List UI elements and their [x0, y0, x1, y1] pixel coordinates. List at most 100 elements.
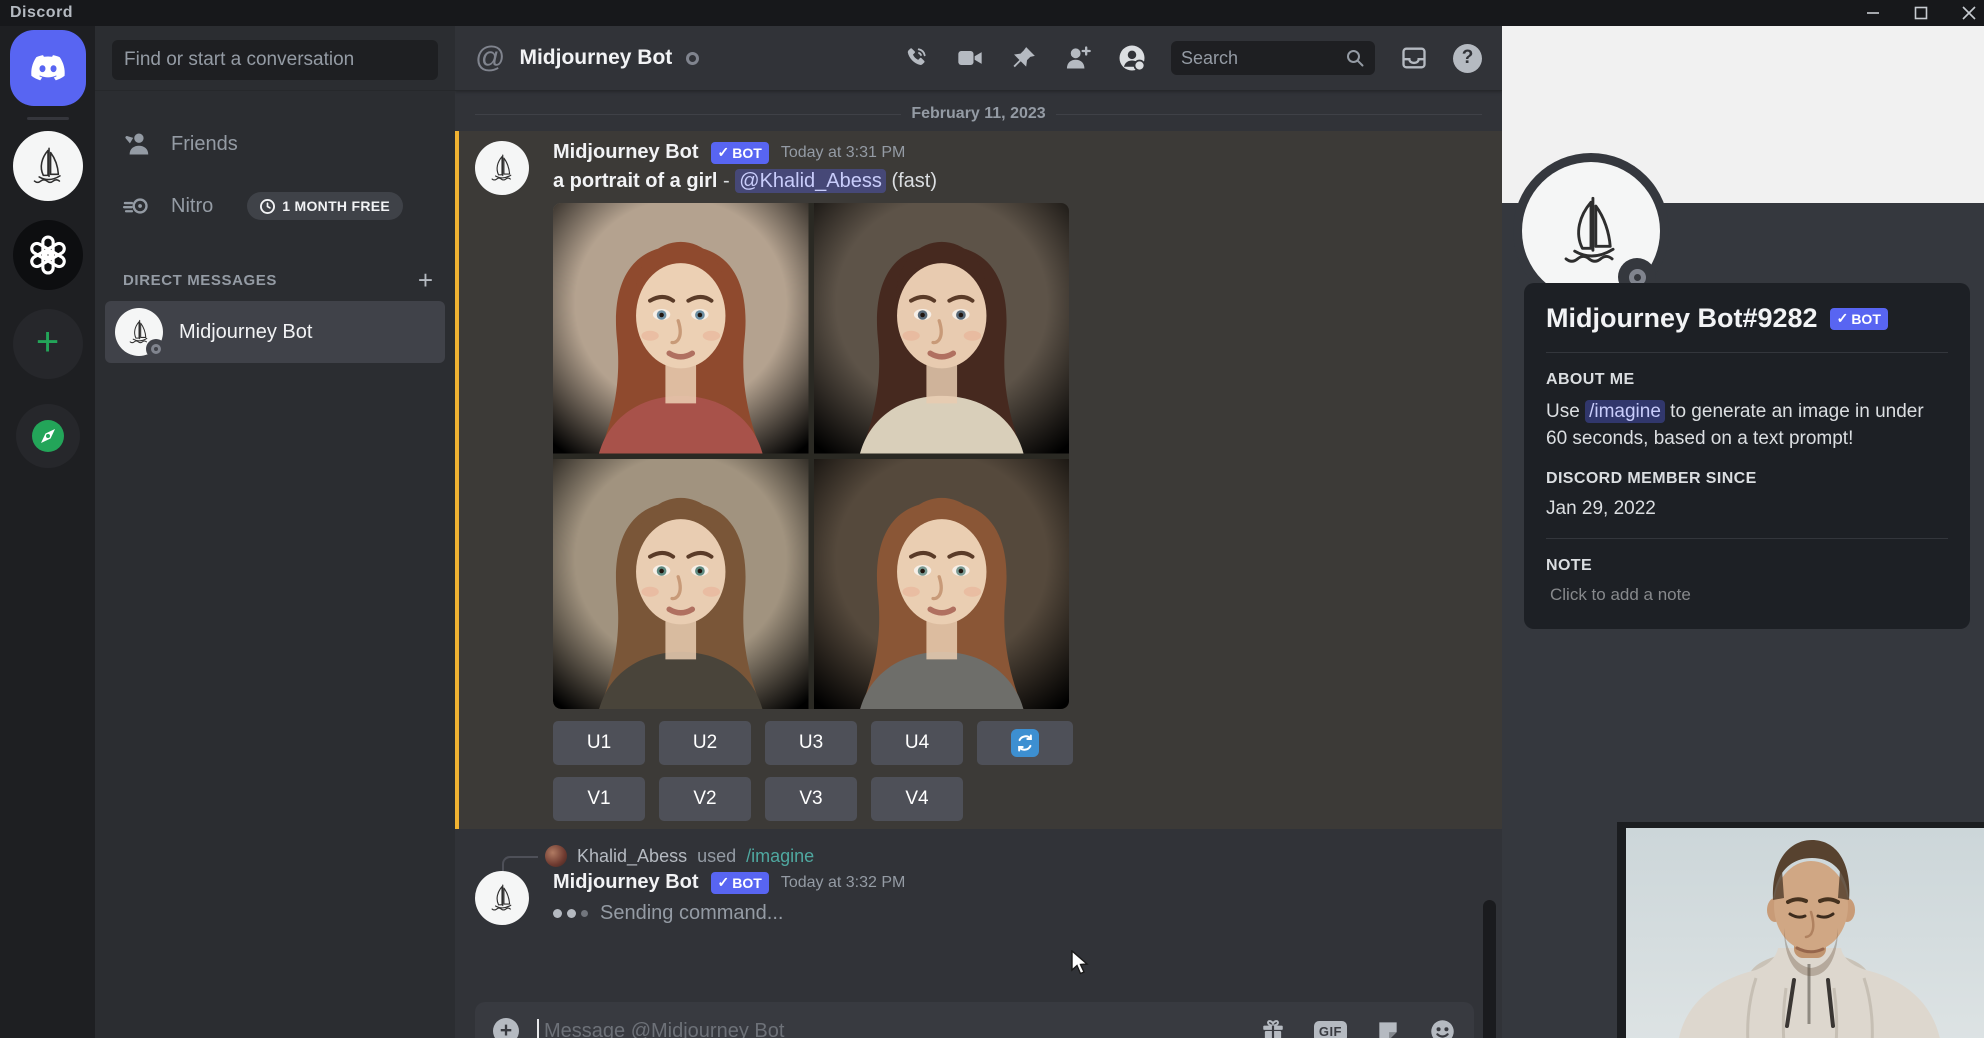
variation-button-v1[interactable]: V1 [553, 777, 645, 821]
openai-server-button[interactable] [13, 220, 83, 290]
dm-section-header[interactable]: DIRECT MESSAGES [123, 272, 277, 289]
friends-icon [121, 130, 151, 158]
discord-home-button[interactable] [10, 30, 86, 106]
add-friend-button[interactable] [1063, 43, 1093, 73]
verified-check-icon: ✓ [718, 144, 730, 161]
message-timestamp: Today at 3:31 PM [781, 144, 906, 162]
minimize-button[interactable] [1862, 4, 1884, 22]
verified-check-icon: ✓ [1837, 310, 1849, 327]
gift-icon[interactable] [1260, 1018, 1286, 1038]
note-input[interactable]: Click to add a note [1546, 585, 1948, 605]
upscale-button-u2[interactable]: U2 [659, 721, 751, 765]
voice-call-button[interactable] [901, 43, 931, 73]
upscale-button-u4[interactable]: U4 [871, 721, 963, 765]
generated-portrait-4[interactable] [814, 459, 1070, 710]
create-dm-icon[interactable]: + [418, 267, 433, 293]
chat-search-input[interactable]: Search [1171, 41, 1375, 75]
imagine-command-chip[interactable]: /imagine [1585, 400, 1665, 423]
user-mention[interactable]: @Khalid_Abess [735, 169, 886, 193]
midjourney-bot-avatar[interactable] [475, 871, 529, 925]
refresh-icon [1011, 729, 1039, 757]
slash-command-context: Khalid_Abess used /imagine [455, 829, 1502, 867]
message-imagine-result: Midjourney Bot ✓ BOT Today at 3:31 PM a … [455, 131, 1502, 829]
nitro-promo-badge: 1 MONTH FREE [247, 192, 403, 220]
mouse-cursor [1070, 950, 1092, 976]
gif-picker-icon[interactable]: GIF [1314, 1021, 1347, 1038]
message-timestamp: Today at 3:32 PM [781, 874, 906, 892]
verified-check-icon: ✓ [718, 874, 730, 891]
card-divider [1546, 352, 1948, 353]
midjourney-bot-avatar[interactable] [475, 141, 529, 195]
chat-area: @ Midjourney Bot [455, 26, 1502, 1038]
conversation-search-placeholder: Find or start a conversation [124, 49, 354, 71]
generated-portrait-3[interactable] [553, 459, 809, 710]
variation-button-v3[interactable]: V3 [765, 777, 857, 821]
rail-divider [27, 117, 69, 120]
sidebar-item-nitro[interactable]: Nitro 1 MONTH FREE [105, 179, 445, 233]
message-author[interactable]: Midjourney Bot [553, 871, 699, 894]
variation-button-v2[interactable]: V2 [659, 777, 751, 821]
sidebar-item-label: Nitro [171, 195, 213, 218]
upscale-button-u3[interactable]: U3 [765, 721, 857, 765]
inbox-button[interactable] [1399, 43, 1429, 73]
emoji-icon[interactable] [1429, 1018, 1456, 1038]
attach-plus-icon[interactable]: + [493, 1018, 519, 1038]
upscale-button-row: U1 U2 U3 U4 [553, 721, 1482, 765]
variation-button-v4[interactable]: V4 [871, 777, 963, 821]
openai-logo-icon [26, 233, 70, 277]
chat-search-placeholder: Search [1181, 48, 1238, 69]
sticker-icon[interactable] [1375, 1018, 1401, 1038]
generated-image-grid[interactable] [553, 203, 1069, 709]
sending-status: Sending command... [553, 902, 1482, 925]
at-icon: @ [475, 43, 505, 73]
message-author[interactable]: Midjourney Bot [553, 141, 699, 164]
window-title: Discord [0, 4, 73, 22]
chat-scrollbar[interactable] [1483, 900, 1496, 1038]
video-call-button[interactable] [955, 43, 985, 73]
close-button[interactable] [1958, 4, 1980, 22]
explore-servers-button[interactable] [16, 404, 80, 468]
channel-sidebar: Find or start a conversation Friends [95, 26, 455, 1038]
maximize-button[interactable] [1910, 4, 1932, 22]
add-server-button[interactable]: + [13, 309, 83, 379]
search-icon [1345, 48, 1365, 68]
user-profile-panel: Midjourney Bot#9282 ✓ BOT ABOUT ME Use /… [1502, 26, 1984, 1038]
user-profile-toggle[interactable] [1117, 43, 1147, 73]
sailboat-avatar-icon [22, 140, 74, 192]
generated-portrait-1[interactable] [553, 203, 809, 454]
channel-title: Midjourney Bot [519, 46, 672, 70]
command-user[interactable]: Khalid_Abess [577, 846, 687, 867]
date-divider: February 11, 2023 [475, 105, 1482, 123]
upscale-button-u1[interactable]: U1 [553, 721, 645, 765]
message-content: a portrait of a girl - @Khalid_Abess (fa… [553, 170, 1482, 193]
generated-portrait-2[interactable] [814, 203, 1070, 454]
profile-username: Midjourney Bot#9282 [1546, 303, 1818, 334]
generation-mode: (fast) [891, 170, 937, 192]
conversation-search-button[interactable]: Find or start a conversation [112, 40, 438, 80]
member-since-value: Jan 29, 2022 [1546, 498, 1948, 520]
message-list: February 11, 2023 Midjourney Bot ✓ [455, 91, 1502, 1038]
offline-status-icon [146, 339, 166, 359]
message-sending-command: Midjourney Bot ✓ BOT Today at 3:32 PM Se… [455, 867, 1502, 933]
bot-badge: ✓ BOT [711, 872, 769, 894]
chat-header: @ Midjourney Bot [455, 26, 1502, 91]
plus-icon: + [36, 322, 59, 362]
midjourney-dm-server-button[interactable] [13, 131, 83, 201]
profile-card: Midjourney Bot#9282 ✓ BOT ABOUT ME Use /… [1524, 283, 1970, 629]
khalid-avatar[interactable] [545, 845, 567, 867]
slash-command-link[interactable]: /imagine [746, 846, 814, 867]
clock-icon [260, 199, 275, 214]
prompt-text: a portrait of a girl [553, 170, 717, 192]
webcam-overlay [1617, 822, 1984, 1038]
reroll-button[interactable] [977, 721, 1073, 765]
webcam-video [1626, 828, 1984, 1038]
message-composer[interactable]: + Message @Midjourney Bot GIF [475, 1002, 1474, 1038]
help-button[interactable]: ? [1453, 44, 1482, 73]
pin-icon[interactable] [1009, 43, 1039, 73]
note-label: NOTE [1546, 557, 1948, 575]
dm-item-midjourney-bot[interactable]: Midjourney Bot [105, 301, 445, 363]
loading-dots-icon [553, 909, 588, 918]
sidebar-item-friends[interactable]: Friends [105, 117, 445, 171]
text-caret [537, 1019, 539, 1038]
sidebar-item-label: Friends [171, 133, 238, 156]
